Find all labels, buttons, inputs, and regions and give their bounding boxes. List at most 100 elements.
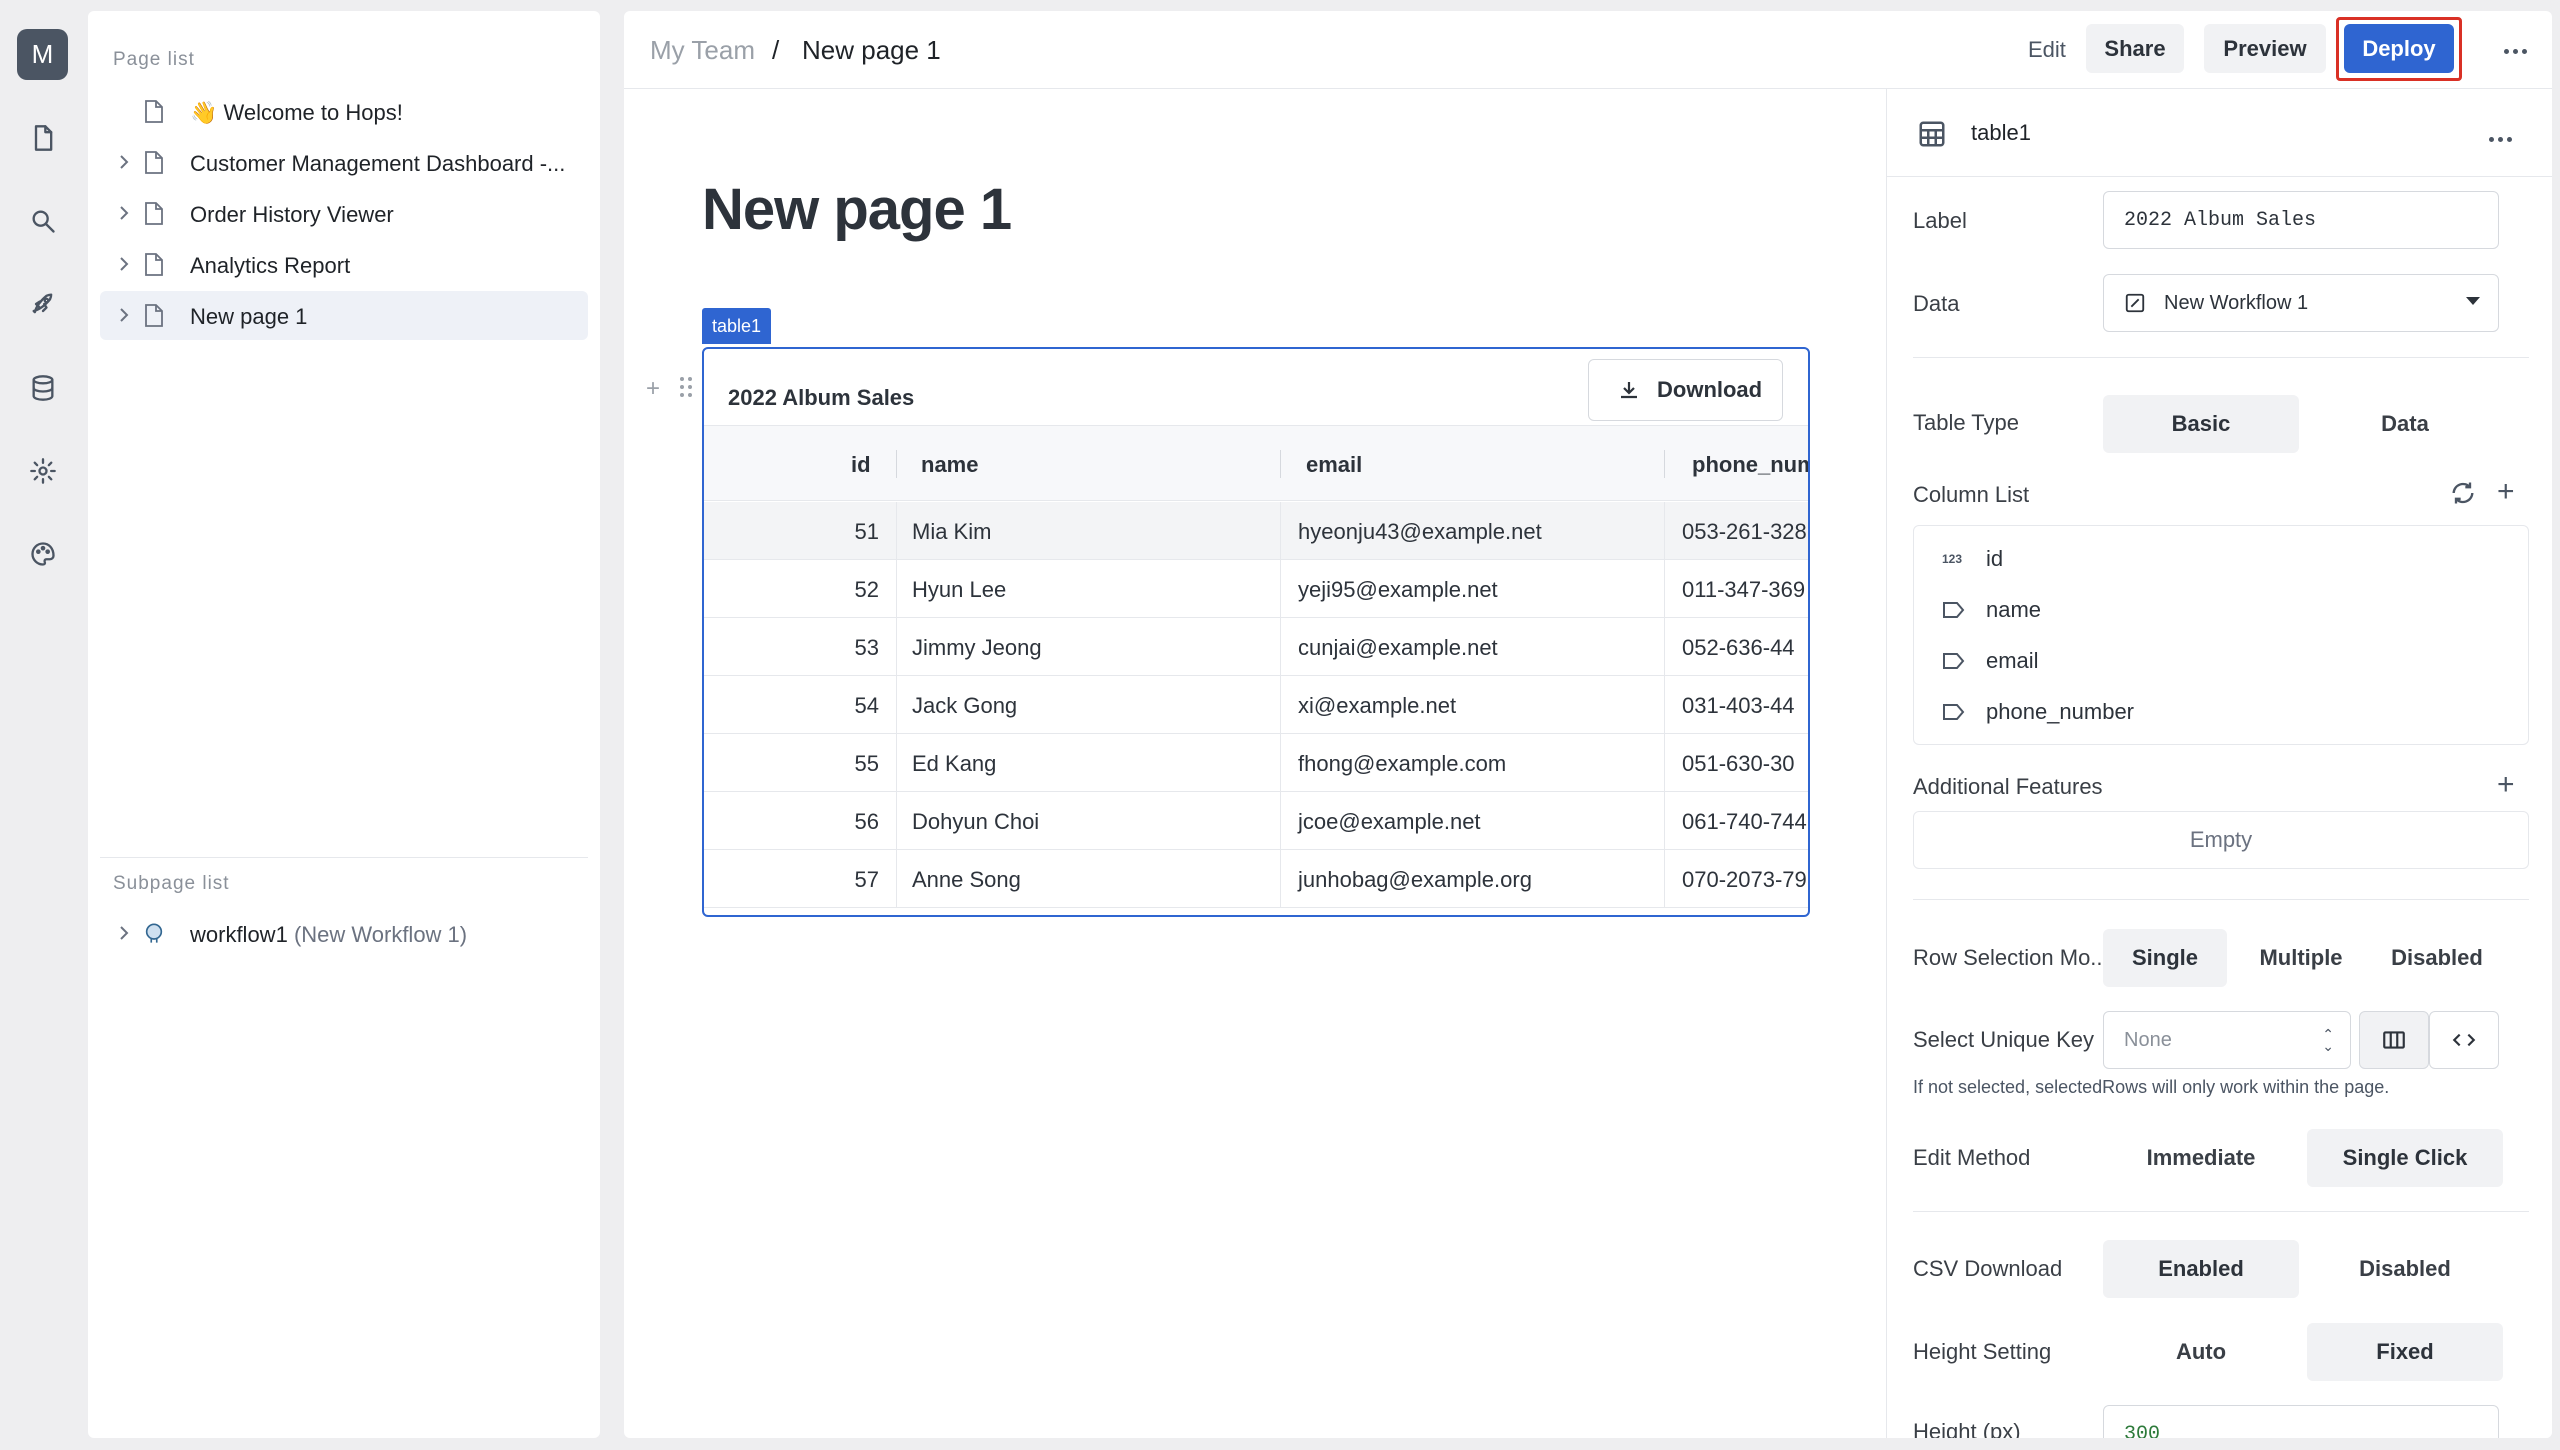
table-cell-id[interactable]: 55	[704, 751, 879, 777]
breadcrumb-team[interactable]: My Team	[650, 35, 755, 66]
table-row[interactable]: 53 Jimmy Jeong cunjai@example.net 052-636-4…	[704, 618, 1808, 676]
edit-button[interactable]: Edit	[2028, 37, 2066, 63]
label-input[interactable]: 2022 Album Sales	[2103, 191, 2499, 249]
table-cell-name[interactable]: Anne Song	[912, 867, 1021, 893]
table-cell-id[interactable]: 56	[704, 809, 879, 835]
table-row[interactable]: 52 Hyun Lee yeji95@example.net 011-347-369	[704, 560, 1808, 618]
table-row[interactable]: 55 Ed Kang fhong@example.com 051-630-30	[704, 734, 1808, 792]
more-menu-icon[interactable]	[2504, 41, 2534, 54]
search-icon[interactable]	[27, 205, 59, 237]
chevron-right-icon[interactable]	[114, 305, 134, 325]
table-cell-phone[interactable]: 051-630-30	[1682, 751, 1795, 777]
table-cell-name[interactable]: Hyun Lee	[912, 577, 1006, 603]
height-px-input[interactable]: 300	[2103, 1405, 2499, 1438]
database-icon[interactable]	[27, 372, 59, 404]
page-item-label: Analytics Report	[190, 253, 351, 278]
refresh-columns-icon[interactable]	[2449, 479, 2479, 509]
page-item-analytics-report[interactable]: Analytics Report	[100, 240, 588, 289]
data-field-label: Data	[1913, 291, 1960, 316]
csv-enabled[interactable]: Enabled	[2103, 1240, 2299, 1298]
table-cell-email[interactable]: xi@example.net	[1298, 693, 1456, 719]
deploy-button[interactable]: Deploy	[2344, 24, 2454, 73]
column-item-label: email	[1986, 648, 2039, 673]
table-cell-name[interactable]: Jack Gong	[912, 693, 1017, 719]
add-column-icon[interactable]: +	[2497, 477, 2515, 507]
page-item-welcome[interactable]: 👋 Welcome to Hops!	[100, 87, 588, 136]
code-mode-button[interactable]	[2429, 1011, 2499, 1069]
chevron-right-icon[interactable]	[114, 152, 134, 172]
column-item-id[interactable]: 123 id	[1942, 544, 2003, 574]
column-header-id[interactable]: id	[851, 452, 871, 478]
table-cell-email[interactable]: cunjai@example.net	[1298, 635, 1498, 661]
column-item-name[interactable]: name	[1942, 595, 2041, 625]
row-selection-single[interactable]: Single	[2103, 929, 2227, 987]
table-cell-id[interactable]: 53	[704, 635, 879, 661]
table-type-data[interactable]: Data	[2307, 395, 2503, 453]
more-options-icon[interactable]	[2489, 129, 2519, 142]
row-selection-disabled[interactable]: Disabled	[2375, 929, 2499, 987]
share-button[interactable]: Share	[2086, 24, 2184, 73]
table-cell-id[interactable]: 54	[704, 693, 879, 719]
edit-method-immediate[interactable]: Immediate	[2103, 1129, 2299, 1187]
table-cell-name[interactable]: Mia Kim	[912, 519, 991, 545]
rocket-icon[interactable]	[27, 288, 59, 320]
column-header-phone[interactable]: phone_num	[1692, 452, 1808, 478]
page-item-customer-dashboard[interactable]: Customer Management Dashboard -...	[100, 138, 588, 187]
page-item-new-page-1[interactable]: New page 1	[100, 291, 588, 340]
column-divider[interactable]	[1280, 450, 1281, 478]
chevron-right-icon[interactable]	[114, 203, 134, 223]
component-name[interactable]: table1	[1971, 120, 2031, 146]
unique-key-select[interactable]: None ⌃ ⌄	[2103, 1011, 2351, 1069]
table-cell-id[interactable]: 52	[704, 577, 879, 603]
document-icon[interactable]	[27, 122, 59, 154]
height-setting-fixed[interactable]: Fixed	[2307, 1323, 2503, 1381]
table-row[interactable]: 56 Dohyun Choi jcoe@example.net 061-740-744	[704, 792, 1808, 850]
table-cell-phone[interactable]: 052-636-44	[1682, 635, 1795, 661]
table-cell-email[interactable]: fhong@example.com	[1298, 751, 1506, 777]
table-row[interactable]: 54 Jack Gong xi@example.net 031-403-44	[704, 676, 1808, 734]
subpage-item-workflow1[interactable]: workflow1 (New Workflow 1)	[100, 909, 588, 958]
table-cell-name[interactable]: Jimmy Jeong	[912, 635, 1042, 661]
table-cell-email[interactable]: junhobag@example.org	[1298, 867, 1532, 893]
column-divider[interactable]	[896, 450, 897, 478]
table-cell-phone[interactable]: 011-347-369	[1682, 577, 1805, 603]
preview-button[interactable]: Preview	[2204, 24, 2326, 73]
table-cell-name[interactable]: Dohyun Choi	[912, 809, 1039, 835]
csv-disabled[interactable]: Disabled	[2307, 1240, 2503, 1298]
column-header-name[interactable]: name	[921, 452, 978, 478]
page-title[interactable]: New page 1	[702, 176, 1012, 243]
page-item-order-history[interactable]: Order History Viewer	[100, 189, 588, 238]
table-cell-email[interactable]: yeji95@example.net	[1298, 577, 1498, 603]
column-item-email[interactable]: email	[1942, 646, 2039, 676]
columns-mode-button[interactable]	[2359, 1011, 2429, 1069]
table-cell-phone[interactable]: 070-2073-79	[1682, 867, 1807, 893]
table-cell-phone[interactable]: 061-740-744	[1682, 809, 1807, 835]
add-component-icon[interactable]: +	[646, 375, 660, 403]
data-select[interactable]: New Workflow 1	[2103, 274, 2499, 332]
table-cell-email[interactable]: hyeonju43@example.net	[1298, 519, 1542, 545]
table-widget[interactable]: 2022 Album Sales Download id name email …	[702, 347, 1810, 917]
table-cell-name[interactable]: Ed Kang	[912, 751, 996, 777]
avatar[interactable]: M	[17, 29, 68, 80]
height-setting-auto[interactable]: Auto	[2103, 1323, 2299, 1381]
chevron-right-icon[interactable]	[114, 923, 134, 943]
row-selection-multiple[interactable]: Multiple	[2239, 929, 2363, 987]
table-cell-email[interactable]: jcoe@example.net	[1298, 809, 1481, 835]
table-cell-id[interactable]: 51	[704, 519, 879, 545]
palette-icon[interactable]	[27, 538, 59, 570]
table-cell-phone[interactable]: 053-261-328	[1682, 519, 1807, 545]
download-button[interactable]: Download	[1588, 359, 1783, 421]
table-row[interactable]: 51 Mia Kim hyeonju43@example.net 053-261-32…	[704, 502, 1808, 560]
column-header-email[interactable]: email	[1306, 452, 1362, 478]
edit-method-single-click[interactable]: Single Click	[2307, 1129, 2503, 1187]
column-divider[interactable]	[1664, 450, 1665, 478]
table-cell-id[interactable]: 57	[704, 867, 879, 893]
table-type-basic[interactable]: Basic	[2103, 395, 2299, 453]
chevron-right-icon[interactable]	[114, 254, 134, 274]
gear-icon[interactable]	[27, 455, 59, 487]
add-feature-icon[interactable]: +	[2497, 770, 2515, 800]
table-cell-phone[interactable]: 031-403-44	[1682, 693, 1795, 719]
table-row[interactable]: 57 Anne Song junhobag@example.org 070-2073-…	[704, 850, 1808, 908]
column-item-phone-number[interactable]: phone_number	[1942, 697, 2134, 727]
drag-handle-icon[interactable]	[680, 377, 694, 399]
